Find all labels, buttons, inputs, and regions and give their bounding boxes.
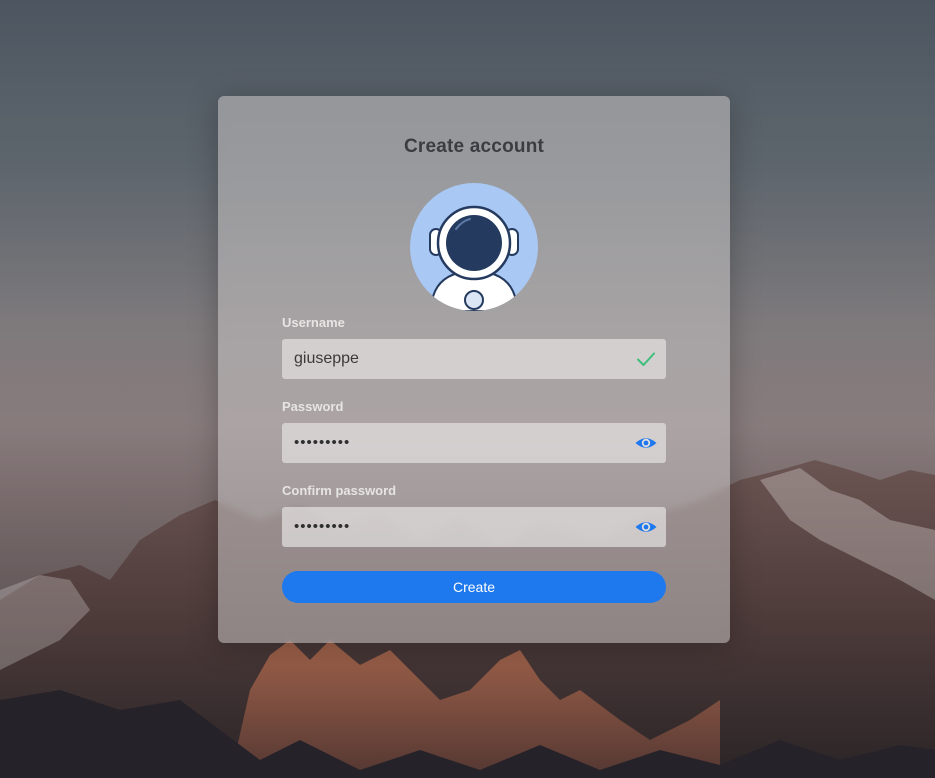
username-input[interactable] <box>294 339 614 379</box>
page-title: Create account <box>403 136 545 157</box>
password-field-wrapper: ••••••••• <box>282 423 666 463</box>
eye-icon[interactable] <box>634 515 658 539</box>
password-label: Password <box>282 399 344 414</box>
create-button[interactable]: Create <box>282 571 666 603</box>
create-account-card: Create account Username Password •••••••… <box>218 96 730 643</box>
username-label: Username <box>282 315 345 330</box>
confirm-password-label: Confirm password <box>282 483 397 498</box>
password-input[interactable]: ••••••••• <box>294 423 350 463</box>
checkmark-icon <box>634 347 658 371</box>
confirm-password-input[interactable]: ••••••••• <box>294 507 350 547</box>
username-field-wrapper <box>282 339 666 379</box>
astronaut-icon <box>429 205 519 311</box>
confirm-password-field-wrapper: ••••••••• <box>282 507 666 547</box>
avatar[interactable] <box>410 183 538 311</box>
eye-icon[interactable] <box>634 431 658 455</box>
